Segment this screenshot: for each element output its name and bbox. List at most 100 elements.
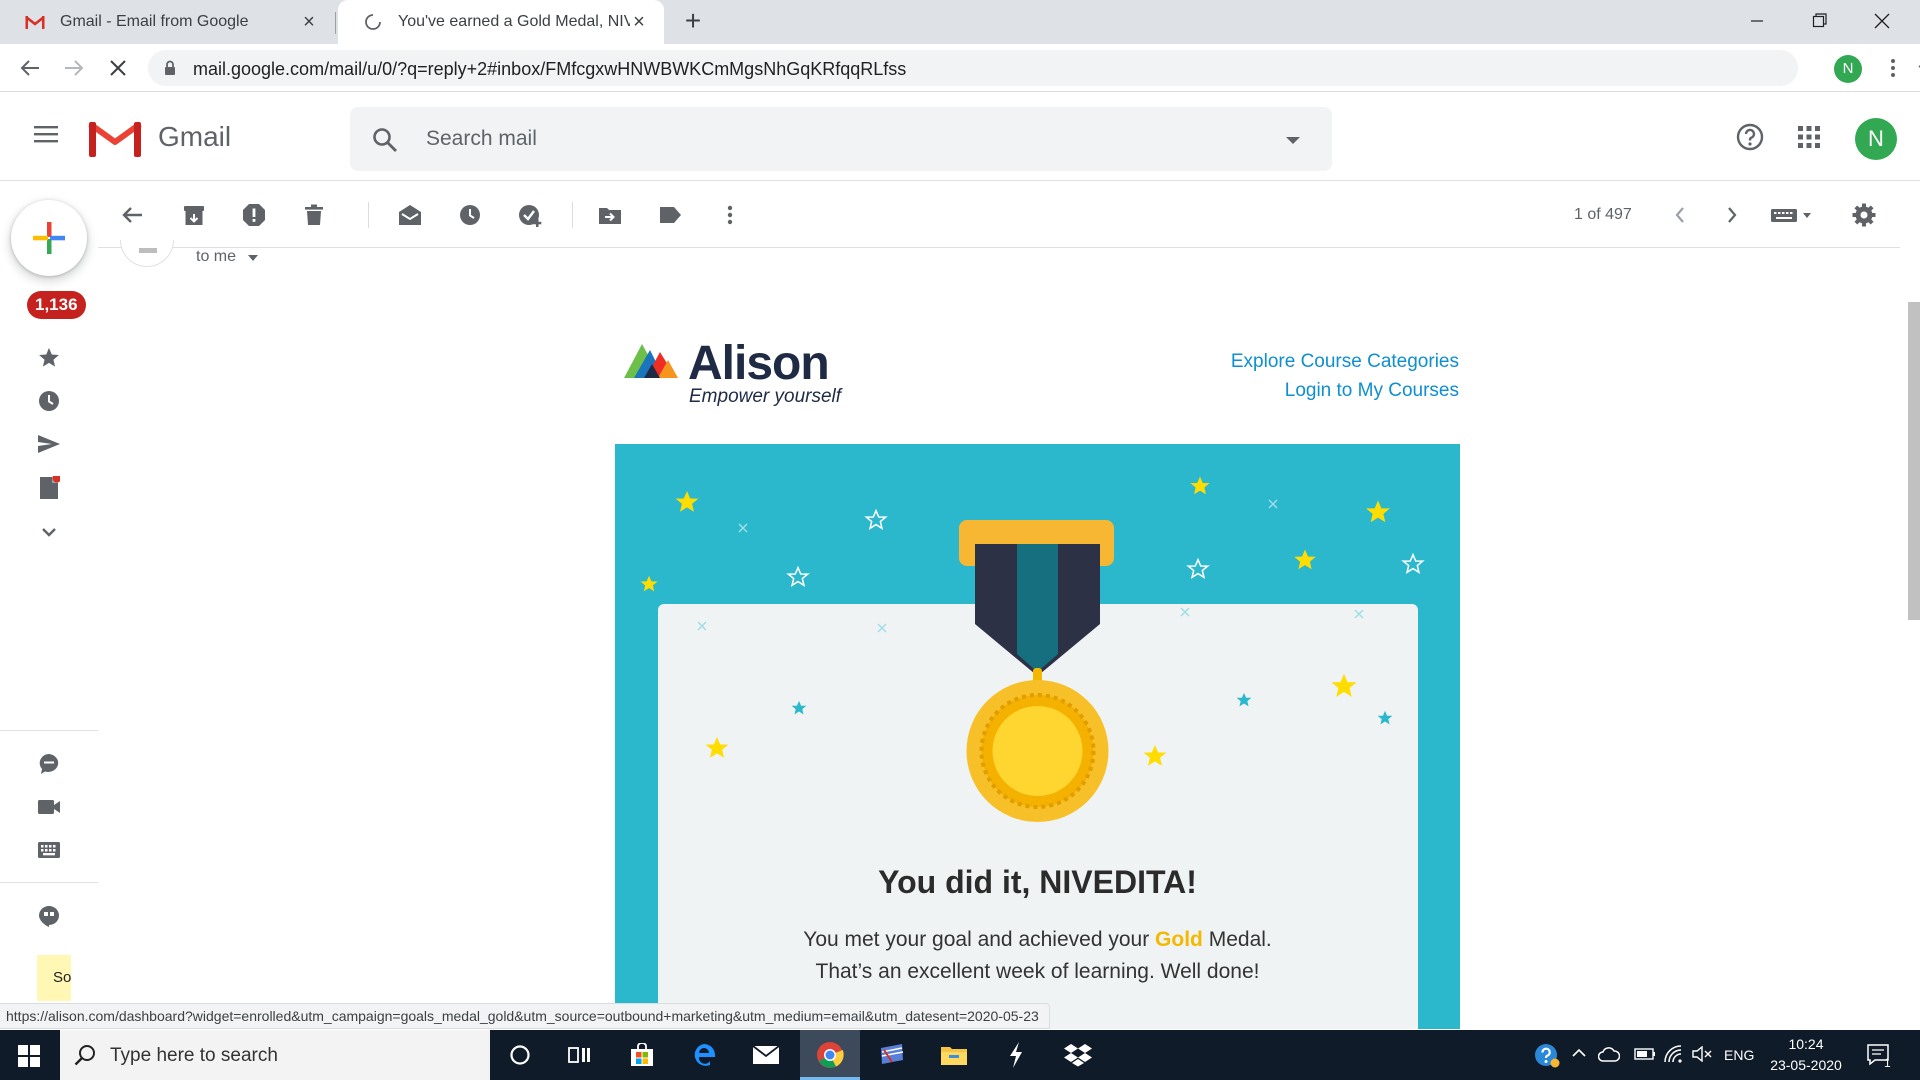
stop-loading-icon[interactable] <box>104 54 132 82</box>
snooze-clock-icon[interactable] <box>458 203 482 227</box>
notification-count: 1 <box>1884 1056 1891 1070</box>
explore-course-categories-link[interactable]: Explore Course Categories <box>1231 351 1459 373</box>
sticky-note[interactable]: Somet not <box>37 955 71 1001</box>
help-icon[interactable] <box>1736 123 1764 151</box>
tab-gmail[interactable]: Gmail - Email from Google × <box>0 0 334 44</box>
message-page-count: 1 of 497 <box>1574 206 1632 223</box>
wifi-icon[interactable] <box>1664 1045 1684 1063</box>
input-tools-keyboard-icon[interactable] <box>1770 203 1816 227</box>
chrome-menu-icon[interactable] <box>1890 56 1896 80</box>
keyboard-icon[interactable] <box>37 838 61 862</box>
more-options-vertical-icon[interactable] <box>718 203 742 227</box>
label-tag-icon[interactable] <box>658 203 682 227</box>
archive-icon[interactable] <box>182 203 206 227</box>
windows-taskbar: Type here to search ENG 10:24 23-05-2020… <box>0 1030 1920 1080</box>
drafts-icon[interactable] <box>37 476 61 500</box>
app-flag-icon[interactable] <box>862 1030 922 1080</box>
lock-icon <box>164 60 176 76</box>
search-mail-box[interactable]: Search mail <box>350 107 1332 171</box>
windows-start-icon[interactable] <box>18 1045 40 1067</box>
login-to-my-courses-link[interactable]: Login to My Courses <box>1285 380 1459 402</box>
move-to-folder-icon[interactable] <box>598 203 622 227</box>
meet-video-icon[interactable] <box>37 795 61 819</box>
volume-muted-icon[interactable] <box>1692 1046 1714 1062</box>
chrome-taskbar-icon[interactable] <box>800 1030 860 1080</box>
tab-title: Gmail - Email from Google <box>60 13 249 30</box>
older-chevron-right-icon[interactable] <box>1720 203 1744 227</box>
lightning-app-icon[interactable] <box>986 1030 1046 1080</box>
microsoft-store-icon[interactable] <box>612 1030 672 1080</box>
compose-button[interactable] <box>11 200 87 276</box>
alison-tagline: Empower yourself <box>689 386 842 407</box>
clock-date[interactable]: 23-05-2020 <box>1766 1057 1846 1073</box>
close-tab-icon[interactable]: × <box>298 11 320 33</box>
more-chevron-down-icon[interactable] <box>37 520 61 544</box>
minimize-icon[interactable] <box>1750 8 1780 34</box>
back-arrow-icon[interactable] <box>16 54 44 82</box>
settings-gear-icon[interactable] <box>1852 203 1876 227</box>
delete-trash-icon[interactable] <box>302 203 326 227</box>
sticky-note-text: Somet not <box>53 969 71 986</box>
battery-icon[interactable] <box>1634 1047 1656 1061</box>
search-options-dropdown-icon[interactable] <box>1286 137 1300 144</box>
message-toolbar: 1 of 497 <box>98 182 1900 248</box>
taskbar-search-input[interactable]: Type here to search <box>110 1045 278 1067</box>
main-menu-icon[interactable] <box>34 125 58 143</box>
body-text-pre: You met your goal and achieved your <box>803 928 1150 951</box>
show-hidden-icons-caret[interactable] <box>1572 1048 1586 1058</box>
report-spam-icon[interactable] <box>242 203 266 227</box>
edge-browser-icon[interactable] <box>674 1030 734 1080</box>
forward-arrow-icon[interactable] <box>60 54 88 82</box>
body-text-post: Medal. <box>1208 928 1272 951</box>
cloud-sync-icon[interactable] <box>1598 1046 1620 1062</box>
email-headline: You did it, NIVEDITA! <box>878 864 1197 900</box>
input-language[interactable]: ENG <box>1724 1047 1754 1063</box>
add-to-tasks-icon[interactable] <box>518 203 542 227</box>
help-tray-icon[interactable] <box>1534 1043 1560 1069</box>
cortana-circle-icon[interactable] <box>490 1030 550 1080</box>
starred-icon[interactable] <box>37 345 61 369</box>
search-icon[interactable] <box>372 127 398 153</box>
task-view-icon[interactable] <box>550 1030 610 1080</box>
gmail-wordmark: Gmail <box>158 121 232 152</box>
alison-wordmark: Alison <box>688 337 830 390</box>
mail-app-icon[interactable] <box>736 1030 796 1080</box>
sender-avatar <box>120 240 174 268</box>
account-avatar[interactable]: N <box>1855 118 1897 160</box>
sent-icon[interactable] <box>37 432 61 456</box>
google-apps-grid-icon[interactable] <box>1797 125 1821 149</box>
toolbar-divider <box>368 202 369 228</box>
scrollbar-thumb[interactable] <box>1908 302 1920 620</box>
mark-as-unread-icon[interactable] <box>398 203 422 227</box>
rail-divider <box>0 882 98 883</box>
alison-logo-icon[interactable] <box>624 338 690 384</box>
gmail-icon <box>24 11 46 33</box>
taskbar-search-box[interactable]: Type here to search <box>60 1030 490 1080</box>
tab-gold-medal[interactable]: You've earned a Gold Medal, NIVEDITA × <box>338 0 664 44</box>
dropbox-icon[interactable] <box>1048 1030 1108 1080</box>
close-window-icon[interactable] <box>1874 8 1904 34</box>
back-to-inbox-arrow-icon[interactable] <box>120 203 144 227</box>
newer-chevron-left-icon[interactable] <box>1668 203 1692 227</box>
address-bar[interactable]: mail.google.com/mail/u/0/?q=reply+2#inbo… <box>148 50 1920 86</box>
hangouts-quote-icon[interactable] <box>37 904 61 928</box>
browser-profile-avatar[interactable]: N <box>1834 55 1862 83</box>
clock-time[interactable]: 10:24 <box>1766 1036 1846 1052</box>
recipient-details-caret-icon[interactable] <box>248 255 258 261</box>
restore-icon[interactable] <box>1812 8 1842 34</box>
browser-tab-strip: Gmail - Email from Google × You've earne… <box>0 0 1920 44</box>
gmail-logo-icon[interactable] <box>88 118 142 158</box>
tab-title: You've earned a Gold Medal, NIVEDITA <box>398 13 630 30</box>
browser-toolbar: mail.google.com/mail/u/0/?q=reply+2#inbo… <box>0 44 1920 92</box>
email-body-line-1: You met your goal and achieved your Gold… <box>615 928 1460 952</box>
snoozed-clock-icon[interactable] <box>37 389 61 413</box>
toolbar-divider <box>572 202 573 228</box>
new-tab-button[interactable]: + <box>680 7 706 35</box>
inbox-unread-badge[interactable]: 1,136 <box>27 291 86 319</box>
close-tab-icon[interactable]: × <box>628 11 650 33</box>
file-explorer-folder-icon[interactable] <box>924 1030 984 1080</box>
chat-bubble-icon[interactable] <box>37 752 61 776</box>
email-body-line-2: That’s an excellent week of learning. We… <box>815 960 1260 983</box>
recipient-details[interactable]: to me <box>196 248 236 266</box>
search-input[interactable]: Search mail <box>426 127 537 151</box>
